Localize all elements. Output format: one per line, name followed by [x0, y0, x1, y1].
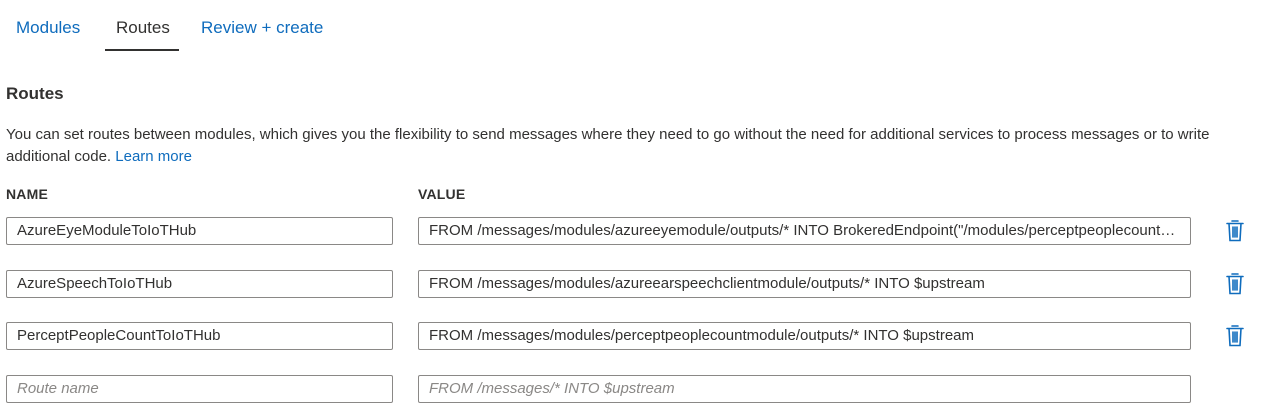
tab-bar: Modules Routes Review + create: [0, 0, 1275, 52]
new-route-name-input[interactable]: Route name: [6, 375, 393, 403]
active-tab-indicator: [105, 49, 179, 51]
section-description: You can set routes between modules, whic…: [6, 124, 1268, 168]
name-column-header: NAME: [6, 186, 49, 202]
route-name-input[interactable]: PerceptPeopleCountToIoTHub: [6, 322, 393, 350]
route-name-input[interactable]: AzureEyeModuleToIoTHub: [6, 217, 393, 245]
route-value-input[interactable]: FROM /messages/modules/azureearspeechcli…: [418, 270, 1191, 298]
tab-routes[interactable]: Routes: [116, 18, 170, 38]
value-column-header: VALUE: [418, 186, 466, 202]
trash-icon[interactable]: [1225, 219, 1245, 243]
trash-icon[interactable]: [1225, 324, 1245, 348]
learn-more-link[interactable]: Learn more: [115, 148, 192, 165]
tab-review-create[interactable]: Review + create: [201, 18, 323, 38]
section-title: Routes: [6, 84, 64, 103]
route-name-input[interactable]: AzureSpeechToIoTHub: [6, 270, 393, 298]
route-value-input[interactable]: FROM /messages/modules/perceptpeoplecoun…: [418, 322, 1191, 350]
tab-modules[interactable]: Modules: [16, 18, 80, 38]
route-value-input[interactable]: FROM /messages/modules/azureeyemodule/ou…: [418, 217, 1191, 245]
trash-icon[interactable]: [1225, 272, 1245, 296]
new-route-value-input[interactable]: FROM /messages/* INTO $upstream: [418, 375, 1191, 403]
